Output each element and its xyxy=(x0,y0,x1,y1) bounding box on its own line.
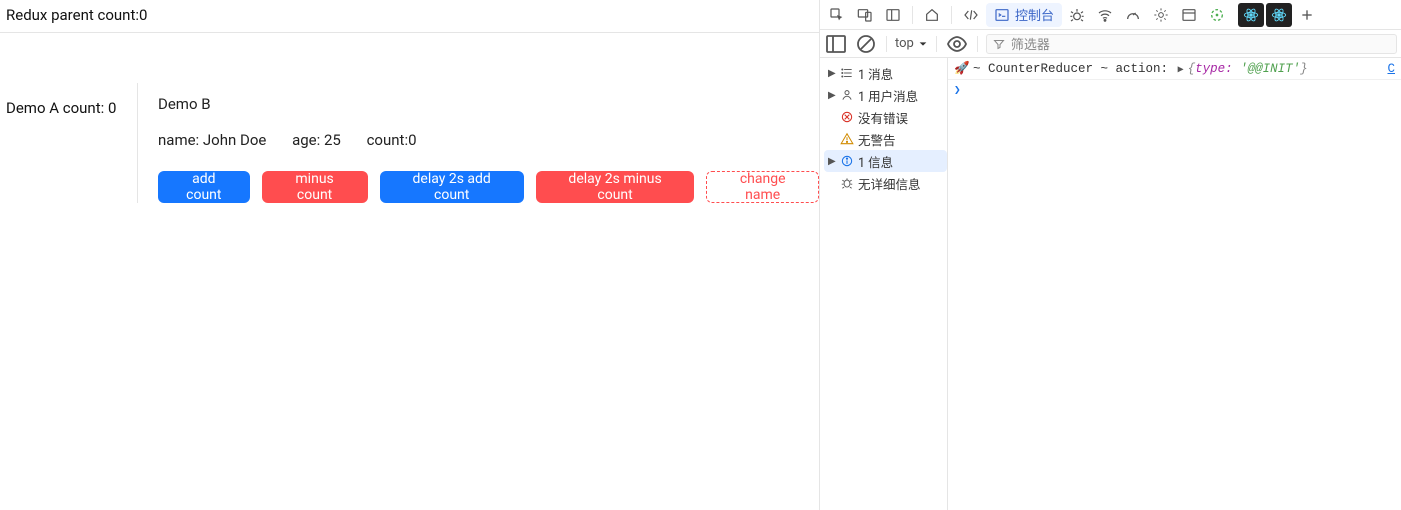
filter-placeholder: 筛选器 xyxy=(1011,34,1050,53)
sidebar-no-verbose-label: 无详细信息 xyxy=(858,174,921,193)
delay-minus-count-button[interactable]: delay 2s minus count xyxy=(536,171,695,203)
elements-tab-icon[interactable] xyxy=(958,3,984,27)
sidebar-user-messages[interactable]: ▶ 1 用户消息 xyxy=(824,84,947,106)
console-tab[interactable]: 控制台 xyxy=(986,3,1062,27)
debugger-tab-icon[interactable] xyxy=(1064,3,1090,27)
console-log-row[interactable]: 🚀 ~ CounterReducer ~ action: ▶{type: '@@… xyxy=(948,58,1401,80)
demo-a-count: Demo A count: 0 xyxy=(0,83,138,203)
page-area: Redux parent count:0 Demo A count: 0 Dem… xyxy=(0,0,820,510)
console-filter-input[interactable]: 筛选器 xyxy=(986,34,1397,54)
demo-b-info: name: John Doe age: 25 count:0 xyxy=(158,131,819,149)
context-selector[interactable]: top xyxy=(895,36,928,51)
info-icon xyxy=(840,154,854,168)
sidebar-messages-label: 1 消息 xyxy=(858,64,893,83)
page-title: Redux parent count:0 xyxy=(0,0,819,32)
devtools-panel: 控制台 xyxy=(820,0,1401,510)
filter-icon xyxy=(993,38,1005,50)
more-tabs-icon[interactable] xyxy=(1294,3,1320,27)
devtools-toolbar: 控制台 xyxy=(820,0,1401,30)
console-tab-label: 控制台 xyxy=(1015,5,1054,24)
rocket-icon: 🚀 xyxy=(954,61,967,76)
sidebar-no-errors-label: 没有错误 xyxy=(858,108,908,127)
toggle-sidebar-icon[interactable] xyxy=(824,33,848,55)
inspect-element-icon[interactable] xyxy=(824,3,850,27)
sidebar-info[interactable]: ▶ 1 信息 xyxy=(824,150,947,172)
sidebar-no-verbose[interactable]: ▶ 无详细信息 xyxy=(824,172,947,194)
console-log-text: ~ CounterReducer ~ action: ▶{type: '@@IN… xyxy=(973,62,1381,76)
chevron-right-icon: ❯ xyxy=(954,85,961,97)
warning-icon xyxy=(840,132,854,146)
memory-tab-icon[interactable] xyxy=(1148,3,1174,27)
react-devtools-icon[interactable] xyxy=(1238,3,1264,27)
performance-tab-icon[interactable] xyxy=(1120,3,1146,27)
console-source-link[interactable]: C xyxy=(1387,62,1395,76)
list-icon xyxy=(840,66,854,80)
user-icon xyxy=(840,88,854,102)
demo-b: Demo B name: John Doe age: 25 count:0 ad… xyxy=(138,83,819,203)
sidebar-no-warnings-label: 无警告 xyxy=(858,130,896,149)
sidebar-no-errors[interactable]: ▶ 没有错误 xyxy=(824,106,947,128)
live-expressions-icon[interactable] xyxy=(945,33,969,55)
welcome-tab-icon[interactable] xyxy=(919,3,945,27)
react-profiler-icon[interactable] xyxy=(1266,3,1292,27)
minus-count-button[interactable]: minus count xyxy=(262,171,368,203)
console-output: 🚀 ~ CounterReducer ~ action: ▶{type: '@@… xyxy=(948,58,1401,510)
clear-console-icon[interactable] xyxy=(854,33,878,55)
network-tab-icon[interactable] xyxy=(1092,3,1118,27)
sidebar-messages[interactable]: ▶ 1 消息 xyxy=(824,62,947,84)
context-label: top xyxy=(895,36,914,51)
demo-b-title: Demo B xyxy=(158,95,819,113)
demo-b-name: name: John Doe xyxy=(158,131,266,149)
dock-side-icon[interactable] xyxy=(880,3,906,27)
console-prompt[interactable]: ❯ xyxy=(948,80,1401,100)
sidebar-no-warnings[interactable]: ▶ 无警告 xyxy=(824,128,947,150)
console-toolbar: top 筛选器 xyxy=(820,30,1401,58)
demo-b-count: count:0 xyxy=(367,131,417,149)
application-tab-icon[interactable] xyxy=(1176,3,1202,27)
profiler-tab-icon[interactable] xyxy=(1204,3,1230,27)
sidebar-user-messages-label: 1 用户消息 xyxy=(858,86,918,105)
change-name-button[interactable]: change name xyxy=(706,171,819,203)
sidebar-info-label: 1 信息 xyxy=(858,152,893,171)
device-toggle-icon[interactable] xyxy=(852,3,878,27)
delay-add-count-button[interactable]: delay 2s add count xyxy=(380,171,524,203)
add-count-button[interactable]: add count xyxy=(158,171,250,203)
bug-icon xyxy=(840,176,854,190)
console-sidebar: ▶ 1 消息 ▶ 1 用户消息 ▶ 没有错误 ▶ 无警告 xyxy=(820,58,948,510)
error-icon xyxy=(840,110,854,124)
demo-b-age: age: 25 xyxy=(292,131,341,149)
